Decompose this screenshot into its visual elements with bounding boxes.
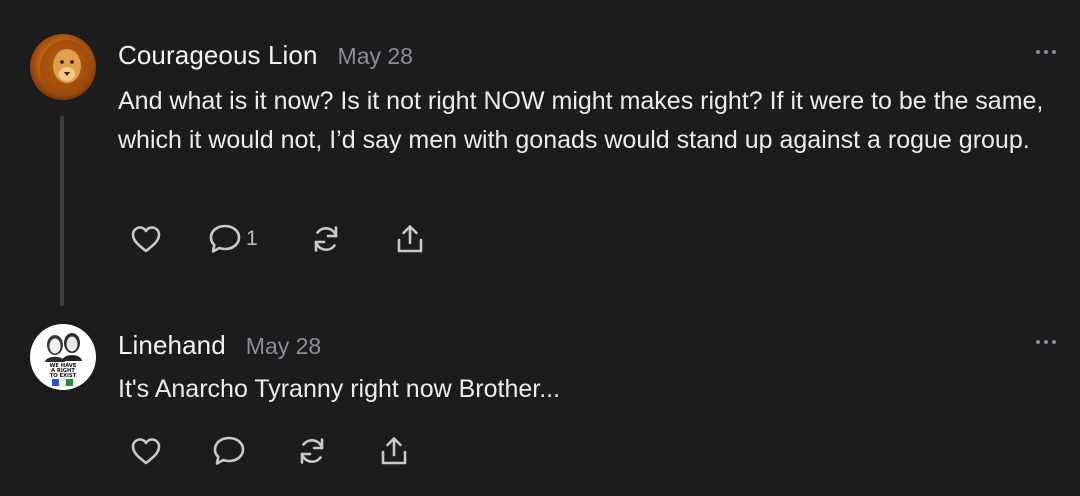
comment-date[interactable]: May 28: [246, 333, 321, 360]
author-avatar[interactable]: WE HAVE A RIGHT TO EXIST: [30, 324, 96, 390]
comment-header: Courageous Lion May 28: [118, 40, 413, 76]
share-button[interactable]: [394, 220, 434, 258]
author-avatar[interactable]: [30, 34, 96, 100]
comment: WE HAVE A RIGHT TO EXIST Linehand May 28…: [0, 324, 1080, 496]
author-name[interactable]: Courageous Lion: [118, 40, 318, 71]
reply-button[interactable]: [212, 432, 296, 470]
more-options-icon[interactable]: [1036, 50, 1056, 54]
reply-button[interactable]: 1: [208, 220, 310, 258]
comment-bubble-icon: [209, 224, 241, 253]
share-button[interactable]: [378, 432, 418, 470]
thread-line: [60, 116, 64, 306]
comment-body: It's Anarcho Tyranny right now Brother..…: [118, 375, 561, 403]
like-button[interactable]: [130, 432, 212, 470]
lion-avatar-icon: [30, 34, 96, 100]
portrait-avatar-icon: WE HAVE A RIGHT TO EXIST: [30, 324, 96, 390]
svg-text:TO EXIST: TO EXIST: [50, 373, 77, 379]
comment-actions: [130, 432, 418, 470]
like-button[interactable]: [130, 220, 208, 258]
restack-icon: [300, 438, 324, 464]
heart-icon: [131, 226, 161, 253]
heart-icon: [131, 438, 161, 465]
comment-thread: Courageous Lion May 28 And what is it no…: [0, 0, 1080, 496]
comment-date[interactable]: May 28: [338, 43, 413, 70]
author-name[interactable]: Linehand: [118, 330, 226, 361]
comment-actions: 1: [130, 220, 434, 258]
restack-icon: [314, 226, 338, 252]
comment: Courageous Lion May 28 And what is it no…: [0, 34, 1080, 306]
comment-bubble-icon: [213, 436, 245, 465]
reply-count: 1: [246, 227, 258, 250]
comment-body: And what is it now? Is it not right NOW …: [118, 87, 1044, 154]
share-icon: [397, 225, 423, 253]
restack-button[interactable]: [310, 220, 394, 258]
avatar-caption: WE HAVE A RIGHT TO EXIST: [50, 363, 77, 379]
comment-header: Linehand May 28: [118, 330, 321, 366]
restack-button[interactable]: [296, 432, 378, 470]
share-icon: [381, 437, 407, 465]
more-options-icon[interactable]: [1036, 340, 1056, 344]
